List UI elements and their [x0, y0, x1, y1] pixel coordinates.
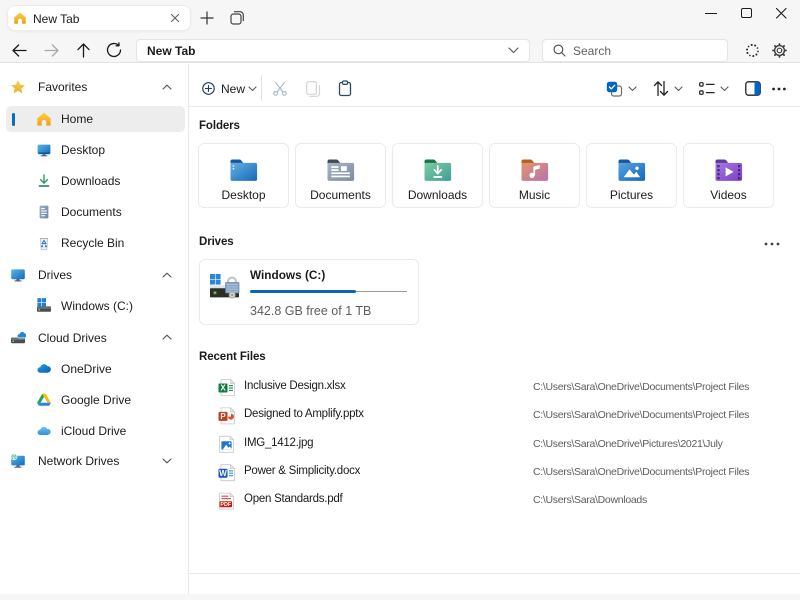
svg-text:X: X	[220, 384, 226, 393]
svg-text:W: W	[219, 469, 227, 478]
svg-text:P: P	[220, 412, 226, 421]
svg-text:PDF: PDF	[220, 502, 231, 508]
